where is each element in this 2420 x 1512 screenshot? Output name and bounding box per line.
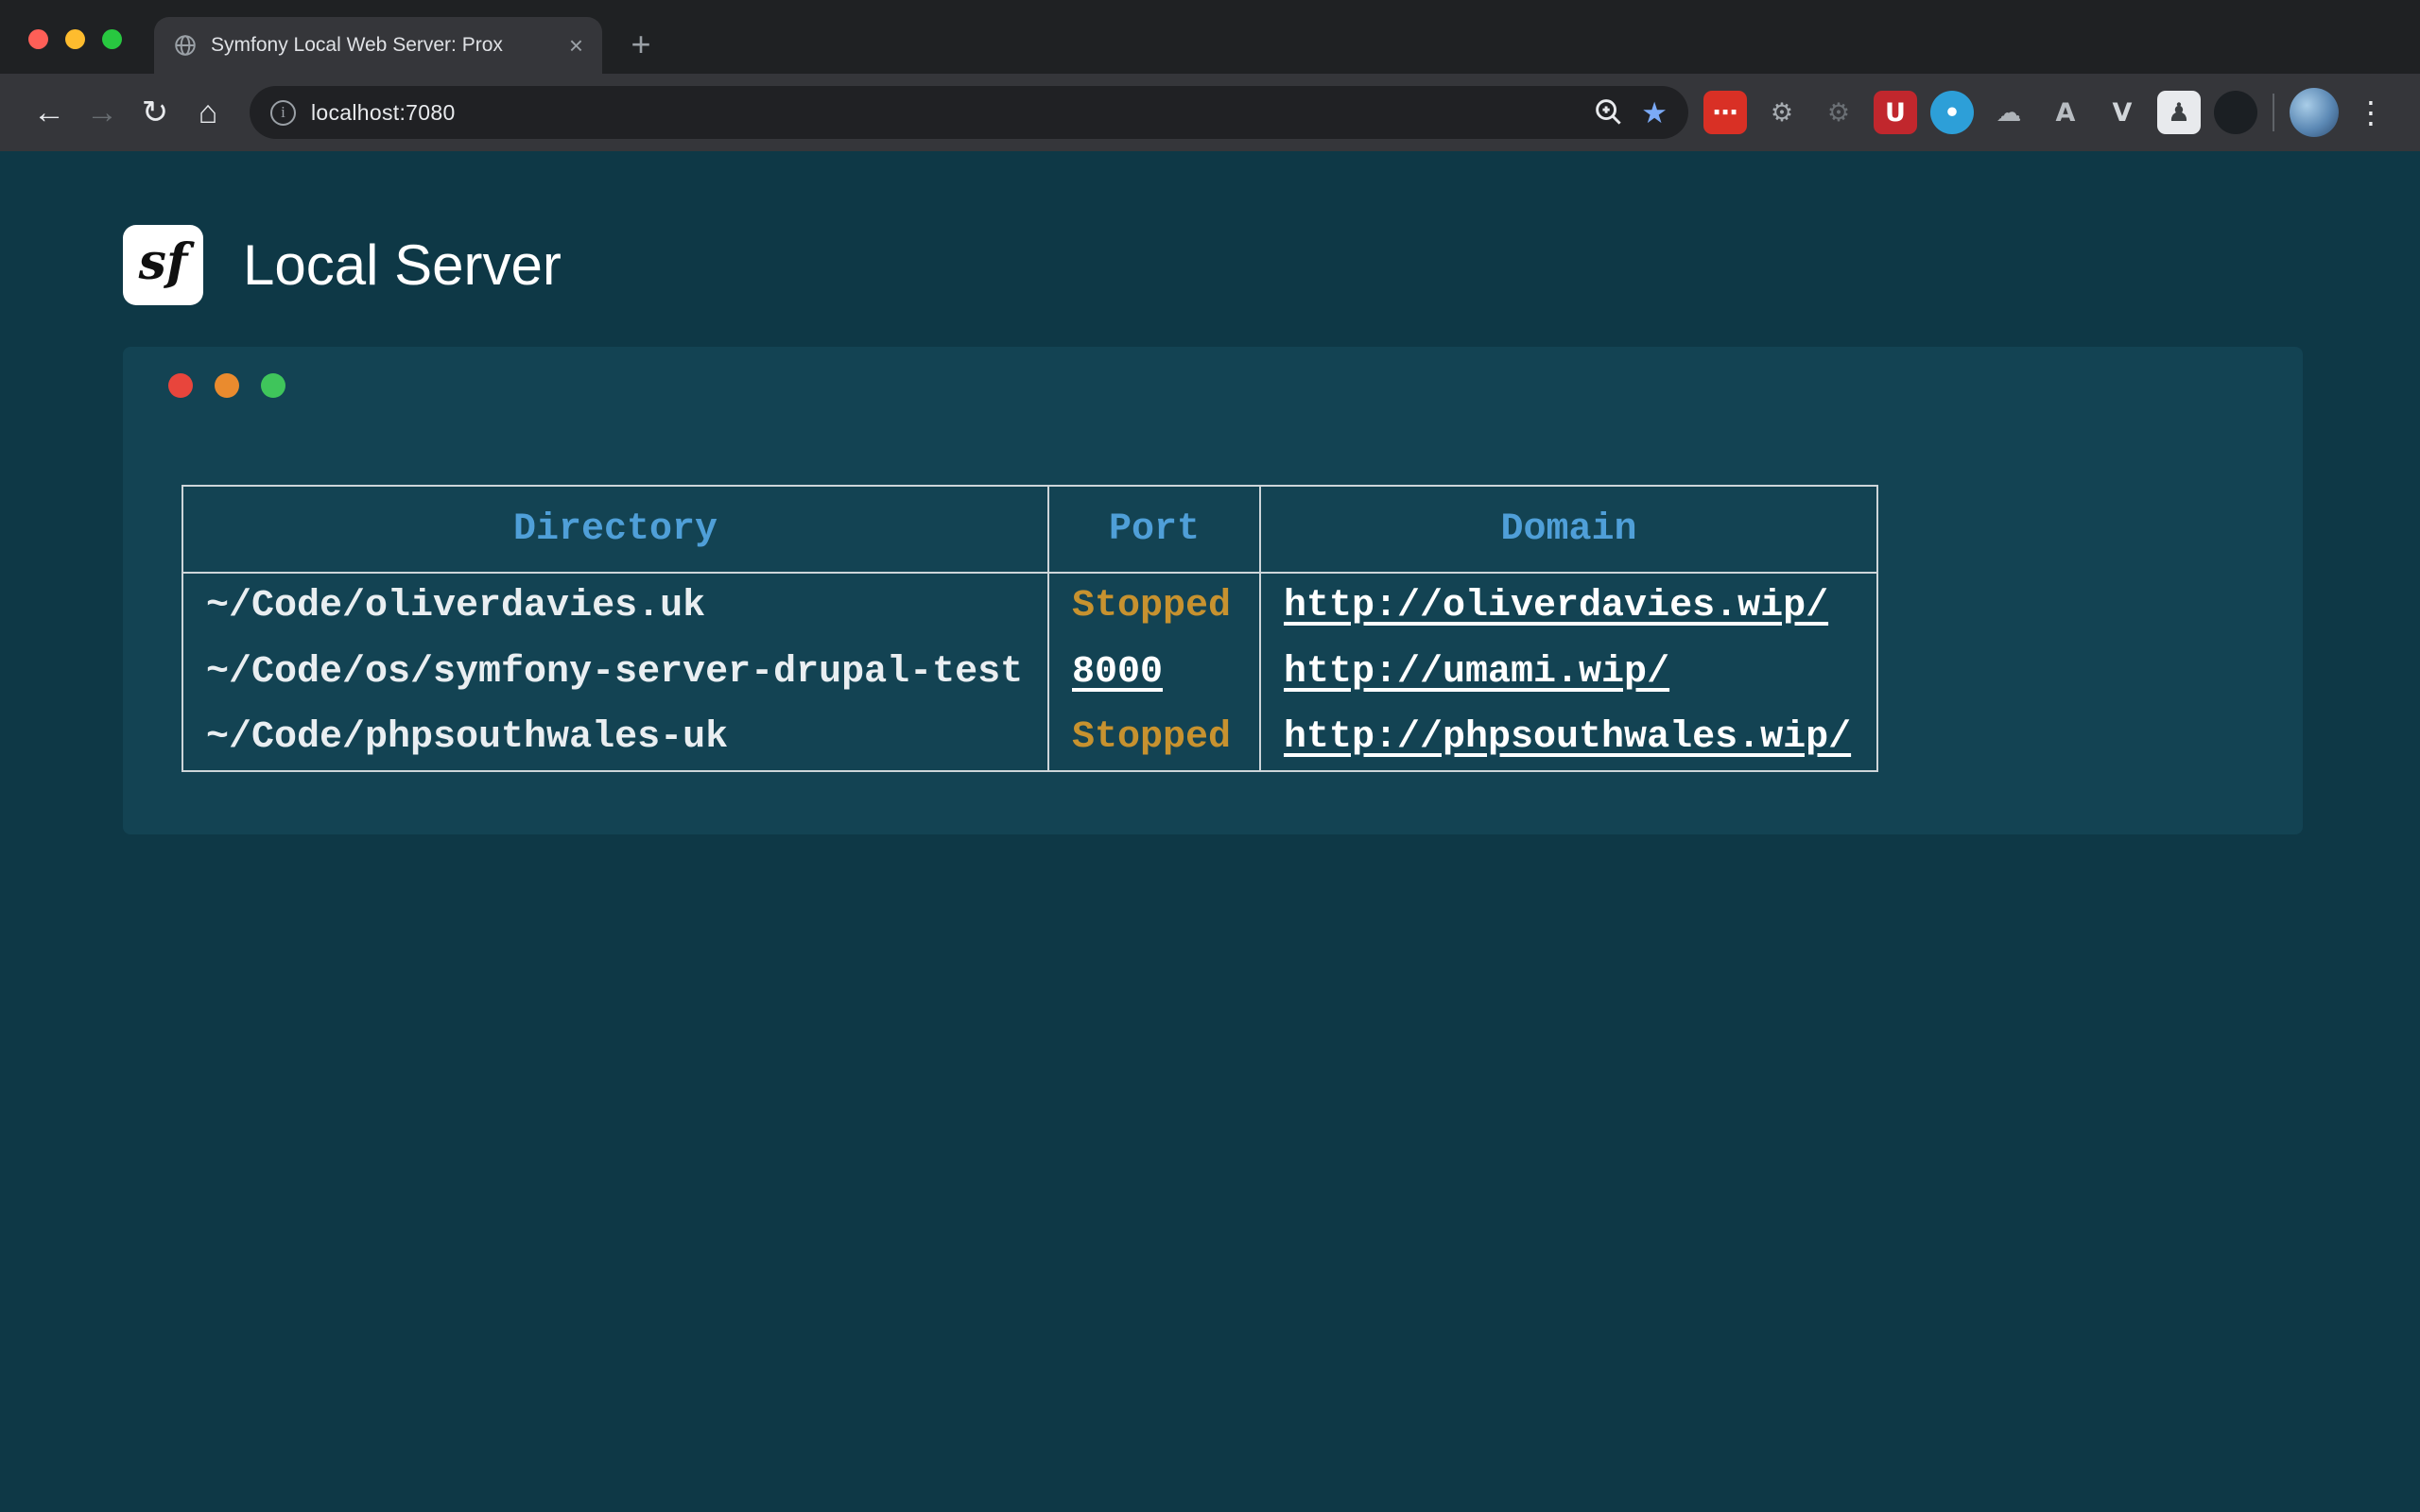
- new-tab-button[interactable]: +: [619, 23, 663, 66]
- directory-cell: ~/Code/os/symfony-server-drupal-test: [182, 639, 1048, 705]
- window-controls: [28, 29, 122, 49]
- window-control-dot: [168, 373, 193, 398]
- browser-menu-icon[interactable]: ⋮: [2344, 86, 2397, 139]
- symfony-logo: sf: [123, 225, 203, 305]
- domain-link[interactable]: http://umami.wip/: [1284, 651, 1669, 694]
- toolbar-separator: [2273, 94, 2274, 131]
- extensions-area: ⋯ ⚙ ⚙ U • ☁ AV ♟: [1703, 91, 2257, 134]
- cloud-extension-icon[interactable]: ☁: [1987, 91, 2031, 134]
- servers-table: Directory Port Domain ~/Code/oliverdavie…: [182, 485, 1878, 772]
- table-row: ~/Code/os/symfony-server-drupal-test 800…: [182, 639, 1877, 705]
- grid-menu-extension-icon[interactable]: ⋯: [1703, 91, 1747, 134]
- window-control-dot: [215, 373, 239, 398]
- window-control-dot: [261, 373, 285, 398]
- back-icon[interactable]: ←: [23, 86, 76, 139]
- browser-tab[interactable]: Symfony Local Web Server: Prox ×: [154, 17, 602, 74]
- domain-link[interactable]: http://oliverdavies.wip/: [1284, 585, 1828, 627]
- column-header-directory: Directory: [182, 486, 1048, 573]
- home-icon[interactable]: ⌂: [182, 86, 234, 139]
- reload-icon[interactable]: ↻: [129, 86, 182, 139]
- symfony-logo-text: sf: [139, 233, 188, 291]
- page-title: Local Server: [243, 232, 562, 298]
- tab-title: Symfony Local Web Server: Prox: [211, 34, 556, 57]
- table-row: ~/Code/oliverdavies.uk Stopped http://ol…: [182, 573, 1877, 639]
- dark-gear-extension-icon[interactable]: ⚙: [1817, 91, 1860, 134]
- github-extension-icon[interactable]: [2214, 91, 2257, 134]
- zoom-icon[interactable]: [1594, 97, 1624, 128]
- directory-cell: ~/Code/phpsouthwales-uk: [182, 705, 1048, 771]
- browser-toolbar: ← → ↻ ⌂ i localhost:7080 ★ ⋯ ⚙ ⚙ U • ☁ AV ♟ ⋮: [0, 74, 2420, 151]
- window-control-dot[interactable]: [28, 29, 48, 49]
- column-header-domain: Domain: [1260, 486, 1877, 573]
- letter-v-extension-icon[interactable]: V: [2100, 91, 2144, 134]
- url-text[interactable]: localhost:7080: [311, 100, 456, 126]
- table-header-row: Directory Port Domain: [182, 486, 1877, 573]
- port-link[interactable]: 8000: [1072, 651, 1163, 694]
- port-status: Stopped: [1072, 585, 1231, 627]
- tab-close-icon[interactable]: ×: [569, 33, 583, 58]
- address-bar[interactable]: i localhost:7080 ★: [250, 86, 1688, 139]
- avatar[interactable]: [2290, 88, 2339, 137]
- ublock-extension-icon[interactable]: U: [1874, 91, 1917, 134]
- globe-favicon-icon: [173, 33, 198, 58]
- table-row: ~/Code/phpsouthwales-uk Stopped http://p…: [182, 705, 1877, 771]
- site-info-icon[interactable]: i: [270, 100, 296, 126]
- light-badge-extension-icon[interactable]: ♟: [2157, 91, 2201, 134]
- gear-extension-icon[interactable]: ⚙: [1760, 91, 1804, 134]
- domain-link[interactable]: http://phpsouthwales.wip/: [1284, 716, 1851, 759]
- forward-icon[interactable]: →: [76, 86, 129, 139]
- browser-chrome: Symfony Local Web Server: Prox × + ← → ↻…: [0, 0, 2420, 151]
- window-control-dot[interactable]: [102, 29, 122, 49]
- terminal-card: Directory Port Domain ~/Code/oliverdavie…: [123, 347, 2303, 834]
- column-header-port: Port: [1048, 486, 1260, 573]
- page-header: sf Local Server: [123, 225, 2420, 305]
- terminal-window-dots: [168, 373, 2303, 398]
- letter-a-extension-icon[interactable]: A: [2044, 91, 2087, 134]
- window-control-dot[interactable]: [65, 29, 85, 49]
- tab-strip: Symfony Local Web Server: Prox × +: [0, 0, 2420, 74]
- bookmark-star-icon[interactable]: ★: [1641, 98, 1668, 128]
- directory-cell: ~/Code/oliverdavies.uk: [182, 573, 1048, 639]
- port-status: Stopped: [1072, 716, 1231, 759]
- blue-circle-extension-icon[interactable]: •: [1930, 91, 1974, 134]
- page-content: sf Local Server Directory Port Domain ~/…: [0, 151, 2420, 834]
